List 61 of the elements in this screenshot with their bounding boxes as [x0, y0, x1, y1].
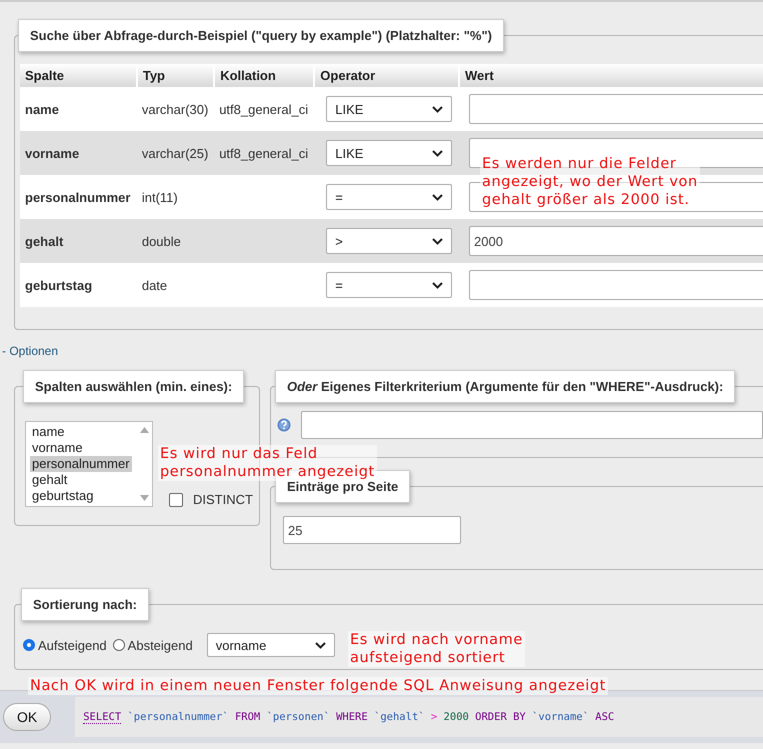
column-type: date: [142, 278, 168, 292]
radio-label: Aufsteigend: [38, 638, 107, 652]
checkbox-label: DISTINCT: [193, 492, 253, 507]
chevron-icon: [432, 282, 444, 288]
collation: utf8_general_ci: [219, 102, 308, 116]
column-type: varchar(25): [142, 146, 208, 160]
ok-button[interactable]: OK: [3, 703, 52, 731]
operator-dropdown[interactable]: LIKE: [326, 140, 452, 166]
list-option[interactable]: gehalt: [30, 472, 70, 488]
annotation-note: Es wird nach vorname aufsteigend sortiert: [348, 631, 525, 667]
entries-field[interactable]: 25: [283, 516, 461, 544]
chevron-icon: [314, 642, 326, 648]
panel-legend: Oder Eigenes Filterkriterium (Argumente für den "WHERE"-Ausdruck):: [275, 370, 736, 403]
sql-statement: SELECT `personalnummer` FROM `personen` WHERE `gehalt` > 2000 ORDER BY `vorname` ASC: [75, 697, 763, 737]
column-header: Wert: [459, 64, 763, 87]
column-name: vorname: [25, 146, 80, 160]
list-option[interactable]: vorname: [30, 440, 85, 456]
column-header: Operator: [314, 64, 459, 87]
column-type: varchar(30): [142, 102, 208, 116]
chevron-icon: [432, 106, 444, 112]
filter-field[interactable]: [301, 411, 763, 439]
panel-legend: Sortierung nach:: [21, 588, 150, 621]
column-header: Typ: [136, 64, 214, 87]
distinct-checkbox[interactable]: [169, 492, 183, 506]
options-toggle-link[interactable]: - Optionen: [2, 344, 58, 358]
radio-button[interactable]: [23, 639, 35, 651]
panel-legend: Suche über Abfrage-durch-Beispiel ("query by example") (Platzhalter: "%"): [18, 19, 504, 52]
chevron-icon: [432, 238, 444, 244]
column-type: double: [142, 234, 181, 248]
annotation-note: Es wird nur das Feld personalnummer angezeigt: [158, 445, 377, 481]
value-field[interactable]: [469, 94, 763, 124]
list-option[interactable]: name: [30, 424, 67, 440]
annotation-note: Es werden nur die Felder angezeigt, wo der Wert von gehalt größer als 2000 ist.: [480, 155, 700, 209]
radio-button[interactable]: [112, 639, 125, 651]
column-name: gehalt: [25, 234, 64, 248]
column-name: personalnummer: [25, 190, 130, 204]
radio-label: Absteigend: [128, 638, 193, 652]
list-option[interactable]: personalnummer: [30, 456, 132, 472]
annotation-note: Nach OK wird in einem neuen Fenster folgende SQL Anweisung angezeigt: [28, 677, 608, 695]
operator-dropdown[interactable]: >: [326, 228, 452, 254]
column-name: geburtstag: [25, 278, 92, 292]
help-icon[interactable]: [277, 418, 291, 432]
operator-dropdown[interactable]: =: [326, 272, 452, 298]
panel-legend: Spalten auswählen (min. eines):: [23, 370, 244, 403]
column-name: name: [25, 102, 59, 116]
operator-dropdown[interactable]: =: [326, 184, 452, 210]
scroll-down-icon[interactable]: [140, 495, 149, 501]
value-field[interactable]: 2000: [469, 226, 763, 256]
chevron-icon: [432, 150, 444, 156]
value-field[interactable]: [469, 270, 763, 300]
operator-dropdown[interactable]: LIKE: [326, 96, 452, 122]
chevron-icon: [432, 194, 444, 200]
collation: utf8_general_ci: [219, 146, 308, 160]
list-option[interactable]: geburtstag: [30, 488, 96, 504]
column-listbox[interactable]: name vorname personalnummer gehalt geburtstag: [25, 421, 153, 507]
column-header: Spalte: [20, 64, 137, 87]
column-type: int(11): [142, 190, 178, 204]
value-field[interactable]: [469, 138, 763, 168]
sort-column-dropdown[interactable]: vorname: [206, 633, 335, 657]
scroll-up-icon[interactable]: [140, 427, 149, 433]
column-header: Kollation: [214, 64, 314, 87]
